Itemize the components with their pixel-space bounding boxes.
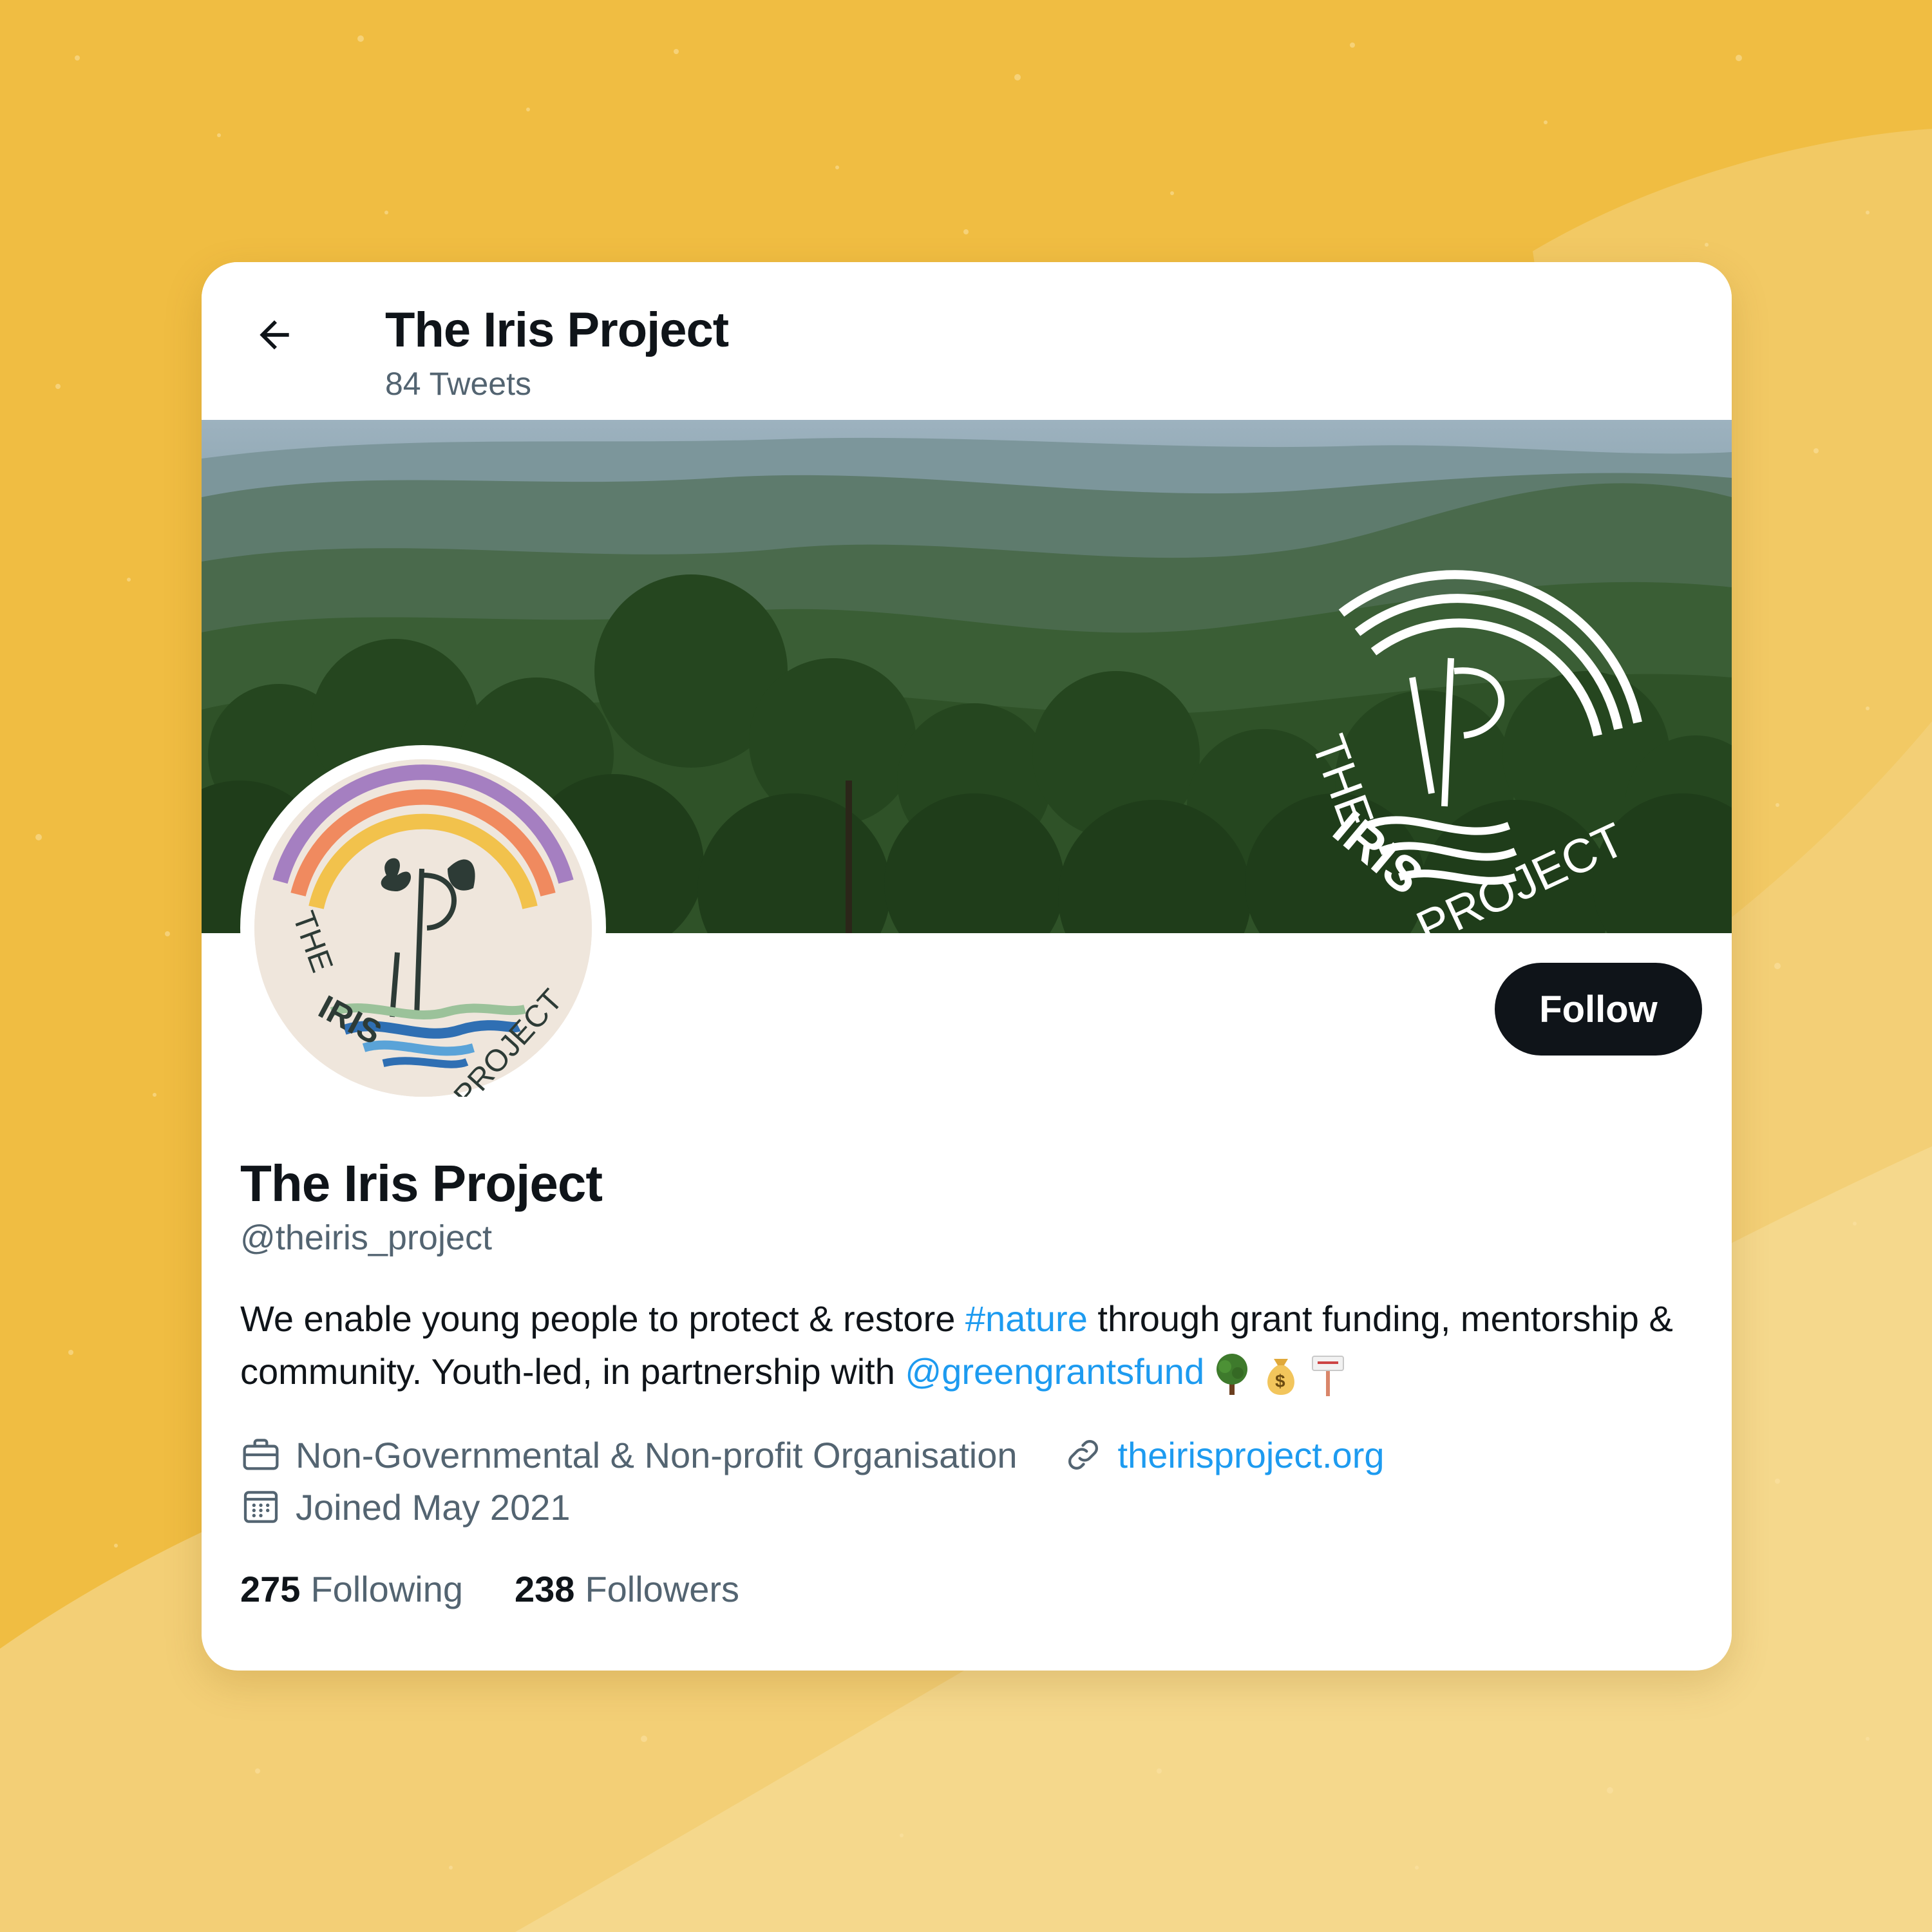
joined-text: Joined May 2021	[296, 1486, 571, 1528]
signpost-icon	[1312, 1356, 1345, 1397]
calendar-icon	[243, 1491, 278, 1523]
avatar-logo-the: THE	[286, 907, 339, 976]
following-stat[interactable]: 275 Following	[240, 1568, 463, 1610]
avatar-logo-text: THE IRIS PROJECT	[286, 907, 569, 1097]
tree-icon	[1217, 1354, 1248, 1396]
follow-button[interactable]: Follow	[1495, 963, 1702, 1056]
profile-card: The Iris Project 84 Tweets THE IRIS PROJ…	[202, 262, 1732, 1671]
profile-meta-row-2: Joined May 2021	[240, 1481, 571, 1533]
bio-hashtag-link[interactable]: #nature	[965, 1298, 1088, 1339]
followers-stat[interactable]: 238 Followers	[515, 1568, 739, 1610]
profile-name: The Iris Project	[240, 1155, 603, 1212]
svg-text:$: $	[1275, 1371, 1285, 1391]
profile-handle: @theiris_project	[240, 1218, 492, 1257]
category-item: Non-Governmental & Non-profit Organisati…	[240, 1434, 1018, 1476]
website-item[interactable]: theirisproject.org	[1063, 1434, 1385, 1476]
followers-label: Followers	[585, 1568, 740, 1609]
following-label: Following	[310, 1568, 463, 1609]
avatar-logo-project: PROJECT	[448, 983, 569, 1097]
profile-meta-row-1: Non-Governmental & Non-profit Organisati…	[240, 1429, 1385, 1481]
followers-count: 238	[515, 1568, 575, 1609]
header-title: The Iris Project	[385, 303, 729, 357]
profile-stats: 275 Following 238 Followers	[240, 1563, 791, 1615]
briefcase-icon	[243, 1439, 279, 1470]
joined-item: Joined May 2021	[240, 1486, 571, 1528]
profile-header-bar: The Iris Project 84 Tweets	[202, 262, 1732, 420]
avatar-logo-iris: IRIS	[312, 989, 388, 1052]
money-bag-icon: $	[1267, 1359, 1295, 1396]
bio-mention-link[interactable]: @greengrantsfund	[905, 1351, 1204, 1392]
link-icon	[1068, 1440, 1098, 1470]
website-link[interactable]: theirisproject.org	[1118, 1434, 1385, 1476]
bio-text-1: We enable young people to protect & rest…	[240, 1298, 965, 1339]
category-text: Non-Governmental & Non-profit Organisati…	[296, 1434, 1018, 1475]
arrow-left-icon	[260, 320, 289, 350]
tweet-count: 84 Tweets	[385, 366, 532, 402]
back-button[interactable]	[239, 299, 310, 370]
following-count: 275	[240, 1568, 301, 1609]
profile-bio: We enable young people to protect & rest…	[240, 1293, 1696, 1398]
